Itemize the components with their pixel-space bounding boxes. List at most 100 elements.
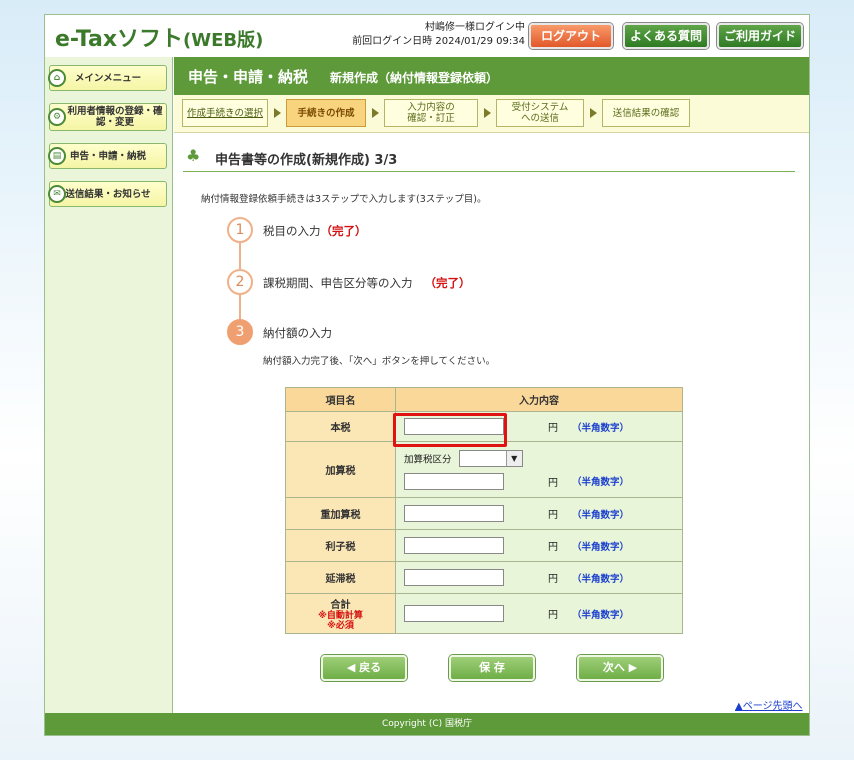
table-row: 利子税 円 （半角数字） — [285, 529, 683, 562]
row-label: 合計 ※自動計算 ※必須 — [285, 593, 396, 634]
page-top-label: ページ先頭へ — [742, 701, 803, 712]
highlight-box — [393, 413, 507, 447]
column-header: 項目名 — [285, 387, 396, 412]
section-divider — [183, 171, 795, 172]
section-title: 申告書等の作成(新規作成) 3/3 — [215, 153, 398, 168]
document-icon: ▤ — [48, 147, 66, 165]
hint-text: （半角数字） — [572, 573, 630, 585]
hint-text: （半角数字） — [572, 541, 630, 553]
logo: e-Taxソフト(WEB版) — [55, 21, 263, 53]
hint-text: （半角数字） — [572, 477, 630, 488]
row-value: 円 （半角数字） — [395, 529, 683, 562]
hint-text: （半角数字） — [572, 509, 630, 521]
completed-badge: （完了） — [320, 224, 367, 238]
yen-unit: 円 — [548, 610, 558, 621]
logo-text: e-Taxソフト — [55, 27, 184, 52]
sidebar: ⌂ メインメニュー ⚙ 利用者情報の登録・確認・変更 ▤ 申告・申請・納税 ✉ … — [45, 57, 173, 713]
step-2-badge: 2 — [227, 269, 253, 295]
table-row: 重加算税 円 （半角数字） — [285, 497, 683, 530]
arrow-right-icon — [484, 108, 491, 118]
last-login: 前回ログイン日時 2024/01/29 09:34 — [352, 36, 525, 47]
progress-step-label: 課税期間、申告区分等の入力 — [263, 276, 413, 290]
sidebar-item-main-menu[interactable]: ⌂ メインメニュー — [48, 65, 167, 91]
faq-button[interactable]: よくある質問 — [623, 23, 709, 49]
arrow-right-icon — [590, 108, 597, 118]
home-icon: ⌂ — [48, 69, 66, 87]
sidebar-item-results[interactable]: ✉ 送信結果・お知らせ — [48, 181, 167, 207]
app-frame: e-Taxソフト(WEB版) 村嶋修一様ログイン中 前回ログイン日時 2024/… — [44, 14, 810, 736]
sidebar-item-label: 利用者情報の登録・確認・変更 — [67, 106, 163, 128]
back-button[interactable]: ◀ 戻る — [321, 655, 407, 681]
step-send: 受付システムへの送信 — [496, 99, 584, 127]
kasanzei-input[interactable] — [404, 472, 504, 490]
step-create-procedure: 手続きの作成 — [286, 99, 366, 127]
intro-text: 納付情報登録依頼手続きは3ステップで入力します(3ステップ目)。 — [201, 194, 487, 205]
step-select-procedure[interactable]: 作成手続きの選択 — [182, 99, 268, 127]
hint-text: （半角数字） — [572, 609, 630, 621]
step-navigation: 作成手続きの選択 手続きの作成 入力内容の確認・訂正 受付システムへの送信 送信… — [174, 95, 809, 133]
hint-text: （半角数字） — [572, 422, 630, 434]
user-status: 村嶋修一様ログイン中 — [425, 22, 525, 33]
sidebar-item-label: メインメニュー — [74, 72, 142, 84]
progress-step-3: 納付額の入力 — [263, 326, 332, 340]
yen-unit: 円 — [548, 423, 558, 434]
required-note: ※必須 — [327, 621, 354, 631]
user-settings-icon: ⚙ — [48, 108, 66, 126]
next-button[interactable]: 次へ ▶ — [577, 655, 663, 681]
total-label: 合計 — [330, 600, 351, 611]
sidebar-item-label: 送信結果・お知らせ — [65, 188, 151, 200]
column-header: 入力内容 — [395, 387, 683, 412]
completed-badge: （完了） — [424, 276, 471, 290]
row-value: 円 （半角数字） — [395, 593, 683, 634]
yen-unit: 円 — [548, 477, 558, 489]
row-label: 重加算税 — [285, 497, 396, 530]
jukasanzei-input[interactable] — [404, 505, 504, 522]
step-3-badge: 3 — [227, 319, 253, 345]
entaizei-input[interactable] — [404, 569, 504, 586]
page-titlebar: 申告・申請・納税 新規作成（納付情報登録依頼） — [174, 57, 809, 95]
yen-unit: 円 — [548, 510, 558, 521]
chevron-down-icon: ▼ — [505, 450, 522, 466]
save-button[interactable]: 保 存 — [449, 655, 535, 681]
arrow-right-icon — [274, 108, 281, 118]
total-input[interactable] — [404, 605, 504, 622]
kasanzei-kubun-select[interactable]: ▼ — [458, 449, 523, 467]
guide-button[interactable]: ご利用ガイド — [717, 23, 803, 49]
row-label: 本税 — [285, 411, 396, 442]
row-label: 利子税 — [285, 529, 396, 562]
logo-suffix: (WEB版) — [183, 30, 264, 51]
auto-calc-note: ※自動計算 — [318, 611, 363, 621]
row-value: 円 （半角数字） — [395, 497, 683, 530]
progress-step-label: 税目の入力 — [263, 224, 321, 238]
row-value: 加算税区分 ▼ 円 （半角数字） — [395, 441, 683, 498]
arrow-up-icon: ▲ — [735, 701, 743, 712]
progress-connector — [239, 295, 241, 321]
login-info: 村嶋修一様ログイン中 前回ログイン日時 2024/01/29 09:34 — [343, 21, 525, 49]
sidebar-item-label: 申告・申請・納税 — [69, 150, 146, 162]
progress-step-2: 課税期間、申告区分等の入力 （完了） — [263, 275, 471, 291]
table-header-row: 項目名 入力内容 — [285, 387, 683, 412]
step-1-badge: 1 — [227, 217, 253, 243]
table-row: 加算税 加算税区分 ▼ 円 （半角数字） — [285, 441, 683, 498]
instruction-note: 納付額入力完了後、「次へ」ボタンを押してください。 — [263, 356, 496, 367]
yen-unit: 円 — [548, 542, 558, 553]
row-value: 円 （半角数字） — [395, 561, 683, 594]
table-row: 延滞税 円 （半角数字） — [285, 561, 683, 594]
row-label: 延滞税 — [285, 561, 396, 594]
page-subtitle: 新規作成（納付情報登録依頼） — [330, 71, 499, 85]
page-top-link[interactable]: ▲ページ先頭へ — [735, 697, 803, 712]
table-row: 合計 ※自動計算 ※必須 円 （半角数字） — [285, 593, 683, 634]
kasanzei-kubun-label: 加算税区分 — [404, 454, 452, 465]
footer: Copyright (C) 国税庁 — [45, 713, 809, 735]
arrow-right-icon — [372, 108, 379, 118]
clover-icon: ♣ — [186, 146, 201, 165]
progress-step-1: 税目の入力（完了） — [263, 223, 367, 239]
step-confirm-correct: 入力内容の確認・訂正 — [384, 99, 478, 127]
sidebar-item-filing[interactable]: ▤ 申告・申請・納税 — [48, 143, 167, 169]
rishizei-input[interactable] — [404, 537, 504, 554]
row-label: 加算税 — [285, 441, 396, 498]
progress-connector — [239, 243, 241, 269]
sidebar-item-user-info[interactable]: ⚙ 利用者情報の登録・確認・変更 — [48, 103, 167, 131]
logout-button[interactable]: ログアウト — [529, 23, 613, 49]
mail-icon: ✉ — [48, 185, 66, 203]
